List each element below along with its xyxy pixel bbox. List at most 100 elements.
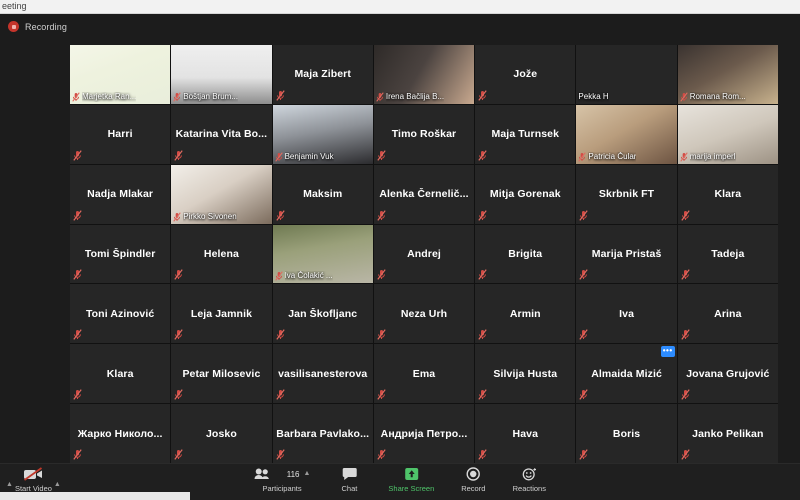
participant-tile[interactable]: Hava <box>475 404 576 463</box>
participant-tile[interactable]: Armin <box>475 284 576 344</box>
participant-tile[interactable]: marija imperl <box>677 104 778 164</box>
participant-tile[interactable]: Neza Urh <box>373 284 475 344</box>
participant-tile[interactable]: Marija Pristaš <box>576 224 677 284</box>
participant-tile[interactable]: Arina <box>677 284 778 344</box>
record-label: Record <box>461 484 486 493</box>
participant-tile[interactable]: Helena <box>171 224 272 284</box>
mic-muted-icon <box>478 149 487 161</box>
participant-tile[interactable]: Katarina Vita Bo... <box>171 104 272 164</box>
participant-name-overlay: Pekka H <box>578 92 608 102</box>
participant-name: Brigita <box>508 247 543 260</box>
participant-name: Nadja Mlakar <box>87 188 154 201</box>
mic-muted-icon <box>579 329 589 341</box>
participant-tile[interactable]: Жарко Николо... <box>70 404 171 463</box>
share-screen-icon <box>403 466 419 482</box>
participants-button[interactable]: 116 ▲ Participants <box>254 466 310 493</box>
mic-muted-icon <box>174 389 183 400</box>
participant-name: Андрија Петро... <box>380 427 468 440</box>
participant-tile[interactable]: Ema <box>373 344 475 404</box>
participant-name-overlay: Patricia Čular <box>578 152 636 162</box>
participant-tile[interactable]: vasilisanesterova <box>272 344 373 404</box>
participant-tile[interactable]: Jovana Grujović <box>677 344 778 404</box>
reactions-button[interactable]: Reactions <box>512 466 546 493</box>
participant-tile[interactable]: Josko <box>171 404 272 463</box>
participant-tile[interactable]: Leja Jamnik <box>171 284 272 344</box>
meeting-viewport: Recording Marjetka Ran... Boštjan Brum...… <box>0 14 800 500</box>
mic-muted-icon <box>275 389 285 400</box>
mic-muted-icon <box>73 269 82 281</box>
participant-tile[interactable]: Barbara Pavlako... <box>272 404 373 463</box>
participant-tile[interactable]: Maksim <box>272 164 373 224</box>
mic-muted-icon <box>377 269 386 281</box>
participant-name: Irena Bačlija B... <box>385 91 445 101</box>
mute-caret-icon[interactable]: ▲ <box>6 477 13 493</box>
participant-name: Klara <box>714 188 742 201</box>
mic-muted-icon <box>377 449 386 460</box>
participant-tile[interactable]: Maja Turnsek <box>475 104 576 164</box>
participant-tile[interactable]: Irena Bačlija B... <box>373 45 475 104</box>
participant-tile[interactable]: Skrbnik FT <box>576 164 677 224</box>
participant-name: Armin <box>509 307 541 320</box>
video-caret-icon[interactable]: ▲ <box>54 477 61 493</box>
participant-name: Tomi Špindler <box>84 247 156 260</box>
mic-muted-icon <box>73 329 82 341</box>
participant-tile[interactable]: Tomi Špindler <box>70 224 171 284</box>
toolbar-left-group: ▲ Start Video ▲ <box>6 466 61 493</box>
participants-caret-icon[interactable]: ▲ <box>303 466 310 482</box>
participant-tile[interactable]: Brigita <box>475 224 576 284</box>
participant-name-overlay: Benjamin Vuk <box>274 152 334 162</box>
mic-muted-icon <box>73 209 82 221</box>
participant-name: vasilisanesterova <box>278 367 368 380</box>
participant-tile[interactable]: Pekka H <box>576 45 677 104</box>
chat-button[interactable]: Chat <box>332 466 366 493</box>
participant-tile[interactable]: Pirkko Sivonen <box>171 164 272 224</box>
participant-tile[interactable]: Andrej <box>373 224 475 284</box>
participant-name-overlay: Irena Bačlija B... <box>376 92 444 102</box>
participant-name: Petar Milosevic <box>182 367 261 380</box>
share-screen-button[interactable]: Share Screen <box>388 466 434 493</box>
participant-tile[interactable]: Nadja Mlakar <box>70 164 171 224</box>
participant-tile[interactable]: Petar Milosevic <box>171 344 272 404</box>
meeting-toolbar: ▲ Start Video ▲ 116 ▲ Participants Chat … <box>0 463 800 500</box>
participant-tile[interactable]: Jože <box>475 45 576 104</box>
participant-tile[interactable]: Tadeja <box>677 224 778 284</box>
participant-tile[interactable]: Mitja Gorenak <box>475 164 576 224</box>
mic-muted-icon <box>73 449 82 460</box>
participant-tile[interactable]: Klara <box>677 164 778 224</box>
participant-tile[interactable]: Almaida Mizić ••• <box>576 344 677 404</box>
participant-tile[interactable]: Iva Čolakić ... <box>272 224 373 284</box>
participant-tile[interactable]: Jan Škofljanc <box>272 284 373 344</box>
participant-name: Maja Zibert <box>294 68 351 81</box>
participant-name: Jovana Grujović <box>686 367 770 380</box>
participant-name: Iva <box>619 307 635 320</box>
participant-name: Helena <box>203 247 239 260</box>
participant-tile[interactable]: Timo Roškar <box>373 104 475 164</box>
participant-tile[interactable]: Iva <box>576 284 677 344</box>
mic-muted-icon <box>174 149 183 161</box>
participant-tile[interactable]: Janko Pelikan <box>677 404 778 463</box>
recording-indicator[interactable]: Recording <box>8 21 67 32</box>
participant-tile[interactable]: Alenka Černelič... <box>373 164 475 224</box>
mic-muted-icon <box>579 389 589 400</box>
participant-tile[interactable]: Klara <box>70 344 171 404</box>
participant-name: Hava <box>512 427 539 440</box>
participants-count: 116 <box>286 469 300 479</box>
participant-tile[interactable]: Андрија Петро... <box>373 404 475 463</box>
start-video-button[interactable]: Start Video <box>15 466 52 493</box>
participant-tile[interactable]: Boštjan Brum... <box>171 45 272 104</box>
participant-tile[interactable]: Romana Rom... <box>677 45 778 104</box>
participant-tile[interactable]: Maja Zibert <box>272 45 373 104</box>
participant-tile[interactable]: Boris <box>576 404 677 463</box>
participant-tile[interactable]: Silvija Husta <box>475 344 576 404</box>
participant-name: Jan Škofljanc <box>288 307 358 320</box>
participant-tile[interactable]: Toni Azinović <box>70 284 171 344</box>
record-button[interactable]: Record <box>456 466 490 493</box>
participant-tile[interactable]: Benjamin Vuk <box>272 104 373 164</box>
participant-name: Neza Urh <box>400 307 448 320</box>
mic-muted-icon <box>681 329 690 341</box>
participant-name-overlay: Pirkko Sivonen <box>173 212 237 222</box>
participant-tile[interactable]: Patricia Čular <box>576 104 677 164</box>
participant-tile[interactable]: Harri <box>70 104 171 164</box>
participant-tile[interactable]: Marjetka Ran... <box>70 45 171 104</box>
tile-options-button[interactable]: ••• <box>660 346 675 358</box>
